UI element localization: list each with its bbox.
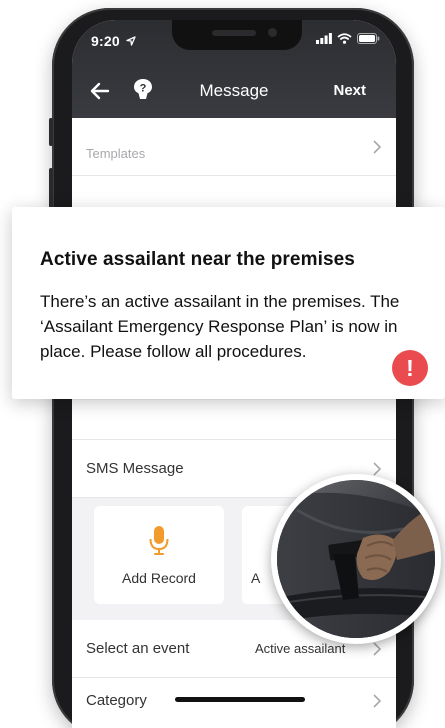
templates-row[interactable]: Templates (72, 118, 396, 176)
battery-icon (357, 33, 380, 44)
status-icons (316, 33, 380, 44)
handgun-photo-illustration (277, 480, 435, 638)
category-row[interactable]: Category (72, 678, 396, 728)
speaker (212, 30, 256, 36)
front-camera (268, 28, 277, 37)
select-event-value: Active assailant (255, 641, 346, 656)
sms-message-label: SMS Message (86, 460, 184, 477)
location-arrow-icon (126, 36, 136, 46)
select-event-label: Select an event (86, 640, 190, 657)
status-time: 9:20 (91, 33, 136, 49)
app-header: 9:20 ? Message Next (72, 20, 396, 118)
add-record-label: Add Record (122, 570, 196, 586)
chevron-right-icon (373, 642, 382, 656)
second-option-label: A (251, 570, 261, 586)
alert-notification-card[interactable]: Active assailant near the premises There… (12, 207, 445, 399)
concealed-handgun-photo (271, 474, 441, 644)
chevron-right-icon (373, 140, 382, 154)
wifi-icon (337, 33, 352, 44)
chevron-right-icon (373, 462, 382, 476)
cellular-signal-icon (316, 33, 332, 44)
category-label: Category (86, 692, 147, 709)
home-indicator (175, 697, 305, 702)
notch (172, 20, 302, 50)
chevron-right-icon (373, 694, 382, 708)
templates-label: Templates (86, 146, 146, 161)
add-record-button[interactable]: Add Record (94, 506, 224, 604)
alert-title: Active assailant near the premises (40, 249, 355, 270)
hidden-row (72, 400, 396, 440)
alert-message: There’s an active assailant in the premi… (40, 292, 400, 361)
microphone-icon (149, 526, 169, 555)
silent-switch (49, 118, 53, 146)
exclamation-icon: ! (392, 350, 428, 386)
next-button[interactable]: Next (333, 82, 366, 99)
status-time-text: 9:20 (91, 33, 120, 49)
